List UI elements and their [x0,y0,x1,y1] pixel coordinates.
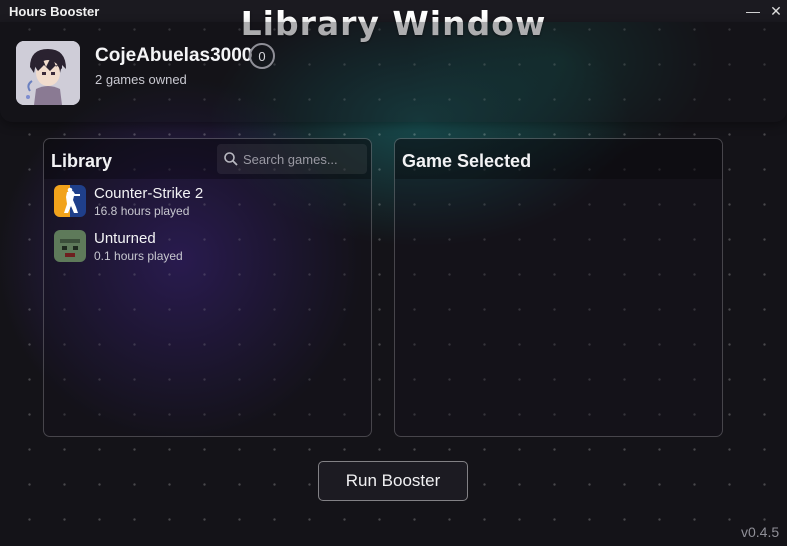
game-name: Counter-Strike 2 [94,185,204,202]
search-box[interactable] [217,144,367,174]
game-selected-header: Game Selected [395,139,722,179]
library-panel: Library Counter-Strike 2 16.8 hours play… [43,138,372,437]
game-selected-title: Game Selected [402,151,532,171]
games-owned-count: 2 games owned [95,72,187,87]
unturned-icon [54,230,86,262]
game-name: Unturned [94,230,156,247]
avatar[interactable] [16,41,80,105]
profile-header: CojeAbuelas3000 0 2 games owned [0,22,787,122]
search-icon [224,152,238,166]
game-hours: 0.1 hours played [94,249,183,263]
username: CojeAbuelas3000 [95,45,253,66]
game-selected-panel: Game Selected [394,138,723,437]
library-panel-header: Library [44,139,371,179]
avatar-image [16,41,80,105]
run-booster-button[interactable]: Run Booster [318,461,468,501]
search-input[interactable] [241,150,365,168]
version-label: v0.4.5 [741,524,780,540]
library-title: Library [51,151,113,171]
level-badge: 0 [249,43,275,69]
counter-strike-2-icon [54,185,86,217]
game-list-item[interactable]: Unturned 0.1 hours played [44,226,371,268]
game-hours: 16.8 hours played [94,204,190,218]
game-list-item[interactable]: Counter-Strike 2 16.8 hours played [44,181,371,223]
